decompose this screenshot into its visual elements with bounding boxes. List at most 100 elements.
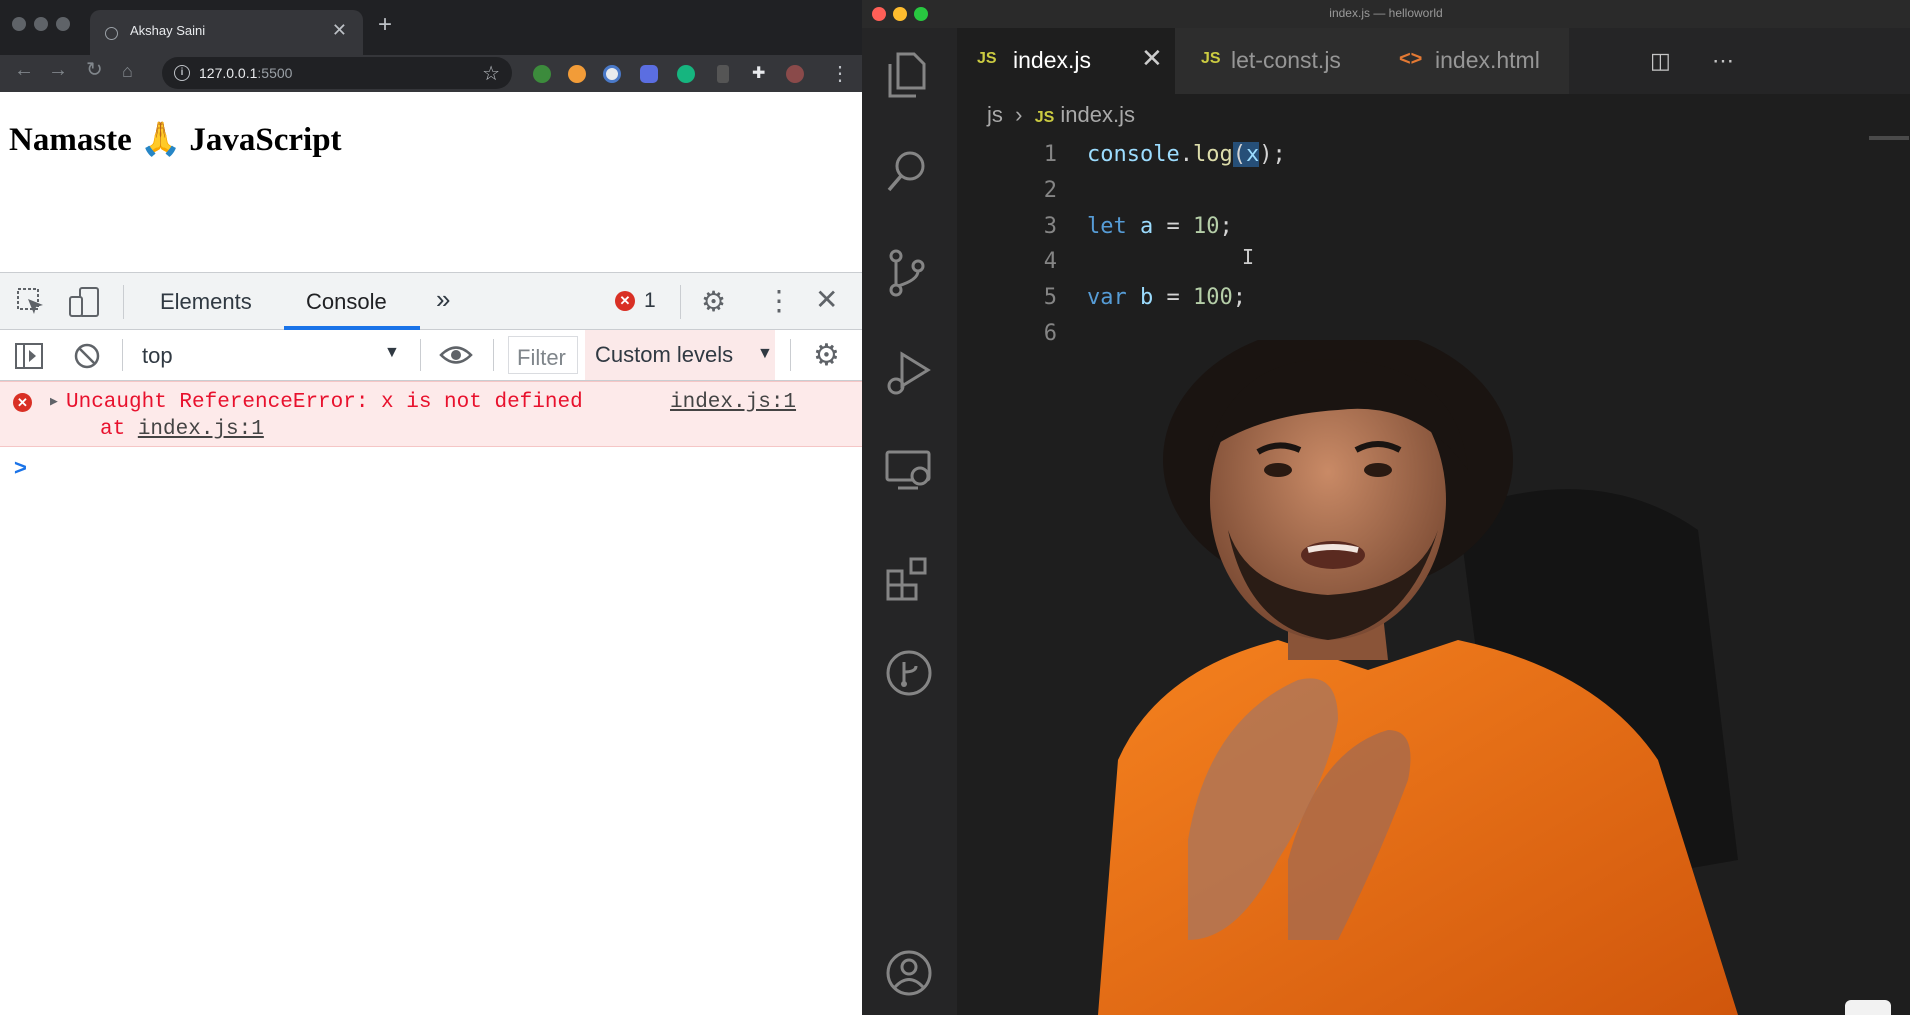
home-icon[interactable]: ⌂ <box>122 62 133 80</box>
extension-tree-icon[interactable] <box>533 65 551 83</box>
accounts-icon[interactable] <box>884 948 934 998</box>
separator <box>420 339 421 371</box>
chevron-down-icon: ▼ <box>757 345 773 362</box>
close-devtools-icon[interactable]: ✕ <box>815 283 838 316</box>
sidebar-toggle-icon[interactable] <box>14 342 44 370</box>
error-count-icon[interactable]: ✕ <box>615 291 635 311</box>
separator <box>123 285 124 319</box>
browser-tab[interactable]: Akshay Saini ✕ <box>90 10 363 55</box>
stack-trace-line: at index.js:1 <box>100 418 264 441</box>
tab-label: let-const.js <box>1231 47 1341 73</box>
code-line: let a = 10; <box>1087 214 1233 239</box>
tab-index-html[interactable]: <> index.html <box>1379 28 1569 94</box>
log-levels-dropdown[interactable]: Custom levels ▼ <box>585 330 775 380</box>
browser-tab-title: Akshay Saini <box>130 23 206 38</box>
bookmark-star-icon[interactable]: ☆ <box>482 61 500 86</box>
chevron-down-icon[interactable]: ▼ <box>384 344 400 362</box>
video-badge <box>1845 1000 1891 1015</box>
text-cursor-icon: I <box>1242 245 1255 269</box>
clear-console-icon[interactable] <box>73 342 101 370</box>
window-zoom-button[interactable] <box>56 17 70 31</box>
run-debug-icon[interactable] <box>884 348 934 398</box>
site-info-icon[interactable]: i <box>174 65 190 81</box>
extensions-puzzle-icon[interactable]: ✚ <box>752 63 770 82</box>
back-icon[interactable]: ← <box>14 60 34 80</box>
js-file-icon: JS <box>977 50 997 67</box>
expand-triangle-icon[interactable]: ▶ <box>50 394 58 409</box>
error-source-link[interactable]: index.js:1 <box>670 391 796 414</box>
context-selector[interactable]: top <box>142 343 173 369</box>
html-file-icon: <> <box>1399 48 1423 70</box>
devtools-settings-gear-icon[interactable]: ⚙ <box>701 285 726 318</box>
extensions-icon[interactable] <box>884 553 934 603</box>
error-count[interactable]: 1 <box>644 289 656 313</box>
remote-explorer-icon[interactable] <box>884 448 934 494</box>
code-line: var b = 100; <box>1087 285 1246 310</box>
search-icon[interactable] <box>884 148 930 194</box>
split-editor-icon[interactable]: ◫ <box>1650 48 1671 74</box>
vscode-window: index.js — helloworld JS index.js ✕ JS l… <box>862 0 1910 1015</box>
device-toolbar-icon[interactable] <box>68 285 102 319</box>
activity-bar <box>862 28 957 1015</box>
error-icon: ✕ <box>13 393 32 412</box>
console-input-area[interactable] <box>0 448 862 1015</box>
line-number: 3 <box>1043 214 1057 239</box>
line-number: 2 <box>1043 178 1057 203</box>
devtools-menu-icon[interactable]: ⋮ <box>765 284 793 317</box>
close-tab-icon[interactable]: ✕ <box>1141 43 1163 74</box>
new-tab-button[interactable]: + <box>378 13 392 37</box>
error-text: Uncaught ReferenceError: x is not define… <box>66 391 583 414</box>
console-settings-gear-icon[interactable]: ⚙ <box>813 338 840 373</box>
live-expression-eye-icon[interactable] <box>439 344 473 366</box>
stack-trace-link[interactable]: index.js:1 <box>138 418 264 441</box>
js-file-icon: JS <box>1201 50 1221 67</box>
reload-icon[interactable]: ↻ <box>86 60 103 80</box>
minimap[interactable] <box>1869 136 1909 140</box>
browser-menu-icon[interactable]: ⋮ <box>830 61 850 86</box>
tab-let-const-js[interactable]: JS let-const.js <box>1175 28 1379 94</box>
console-filter-bar: top ▼ Filter Custom levels ▼ ⚙ <box>0 330 862 381</box>
extension-compass-icon[interactable] <box>603 65 621 83</box>
chevron-right-icon: › <box>1009 102 1029 127</box>
window-minimize-button[interactable] <box>34 17 48 31</box>
js-file-icon: JS <box>1034 109 1055 126</box>
web-page-content: Namaste 🙏 JavaScript <box>0 92 862 272</box>
window-close-button[interactable] <box>12 17 26 31</box>
more-actions-icon[interactable]: ⋯ <box>1712 48 1734 74</box>
extension-chat-icon[interactable] <box>640 65 658 83</box>
tab-elements[interactable]: Elements <box>160 289 252 315</box>
screen: Akshay Saini ✕ + ← → ↻ ⌂ i 127.0.0.1:550… <box>0 0 1910 1015</box>
console-error-message[interactable]: ✕ ▶ Uncaught ReferenceError: x is not de… <box>0 381 862 447</box>
page-heading: Namaste 🙏 JavaScript <box>9 122 342 158</box>
tab-index-js[interactable]: JS index.js ✕ <box>957 28 1175 94</box>
filter-input[interactable]: Filter <box>508 336 578 374</box>
separator <box>493 339 494 371</box>
extension-hat-icon[interactable] <box>717 65 729 83</box>
address-bar[interactable]: i 127.0.0.1:5500 ☆ <box>162 57 512 89</box>
tab-console[interactable]: Console <box>306 289 387 315</box>
inspect-element-icon[interactable] <box>16 287 46 317</box>
editor-tabs: JS index.js ✕ JS let-const.js <> index.h… <box>957 28 1910 94</box>
extension-grammar-icon[interactable] <box>677 65 695 83</box>
devtools-tab-bar: Elements Console » ✕ 1 ⚙ ⋮ ✕ <box>0 272 862 330</box>
profile-avatar[interactable] <box>786 65 804 83</box>
git-graph-icon[interactable] <box>884 648 934 698</box>
explorer-files-icon[interactable] <box>884 50 930 100</box>
console-prompt[interactable]: > <box>14 455 27 481</box>
forward-icon[interactable]: → <box>48 60 68 80</box>
presenter-webcam-overlay <box>1098 340 1738 1015</box>
line-number: 5 <box>1043 285 1057 310</box>
breadcrumb[interactable]: js › JS index.js <box>987 102 1135 128</box>
vscode-title-bar: index.js — helloworld <box>862 0 1910 28</box>
source-control-icon[interactable] <box>884 248 930 298</box>
tab-label: index.js <box>1013 47 1091 73</box>
url-text: 127.0.0.1:5500 <box>199 65 293 81</box>
browser-tab-strip: Akshay Saini ✕ + <box>0 0 862 55</box>
chrome-browser-window: Akshay Saini ✕ + ← → ↻ ⌂ i 127.0.0.1:550… <box>0 0 862 1015</box>
breadcrumb-file[interactable]: index.js <box>1060 102 1135 127</box>
more-tabs-button[interactable]: » <box>436 284 450 315</box>
close-tab-icon[interactable]: ✕ <box>332 20 347 41</box>
extension-orange-icon[interactable] <box>568 65 586 83</box>
window-title: index.js — helloworld <box>1329 6 1443 20</box>
breadcrumb-folder[interactable]: js <box>987 102 1003 127</box>
